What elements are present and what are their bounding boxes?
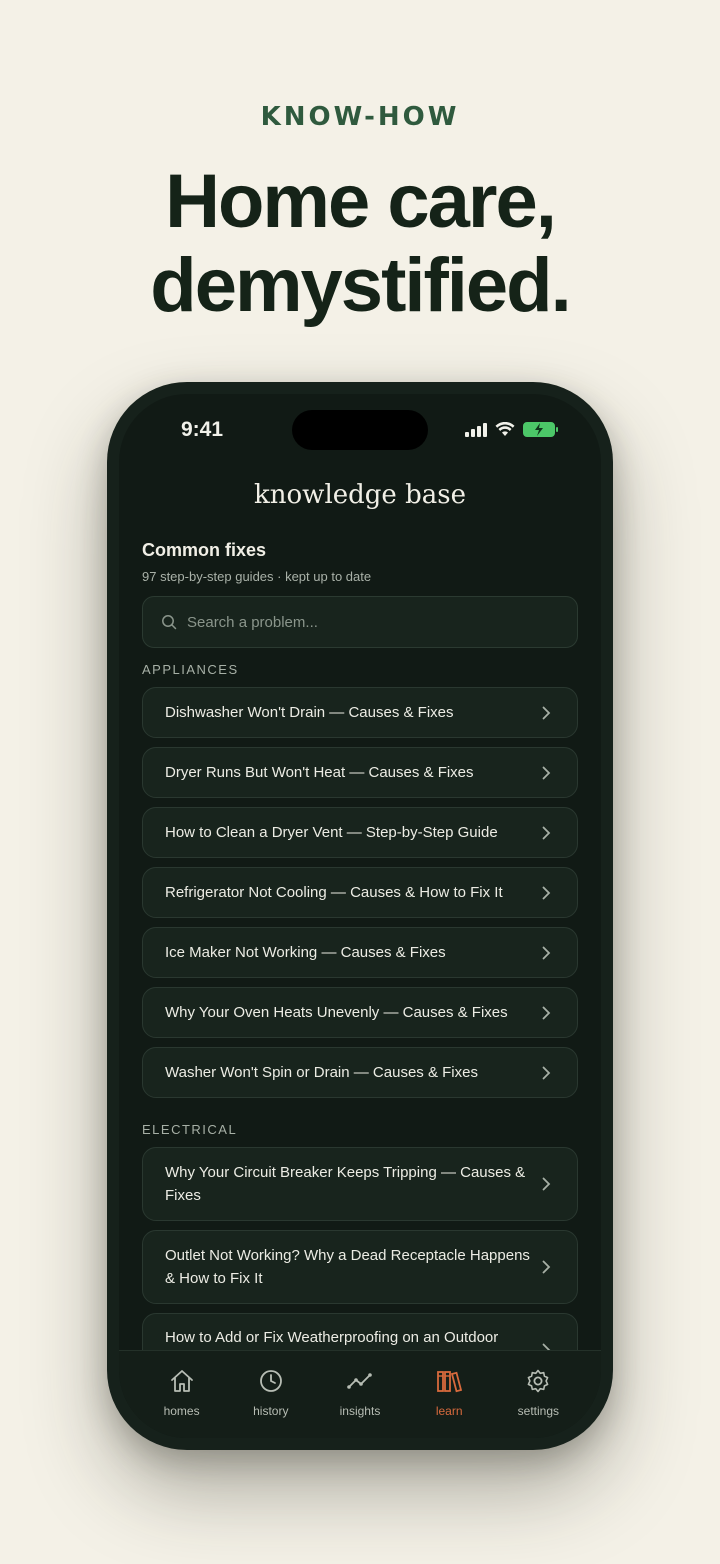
- search-bar[interactable]: [142, 596, 578, 648]
- chevron-right-icon: [542, 886, 551, 899]
- section-subtitle: 97 step-by-step guides · kept up to date: [142, 569, 372, 584]
- home-icon: [170, 1370, 193, 1392]
- list-item-label: Why Your Circuit Breaker Keeps Tripping …: [165, 1164, 526, 1204]
- status-icons: [465, 422, 558, 437]
- list-item-label: Washer Won't Spin or Drain — Causes & Fi…: [165, 1064, 478, 1081]
- phone-frame: 9:41 knowledge base Common fixes 97 step…: [107, 382, 613, 1450]
- list-item[interactable]: Washer Won't Spin or Drain — Causes & Fi…: [142, 1047, 578, 1098]
- headline-line-2: demystified.: [150, 243, 571, 328]
- chevron-right-icon: [542, 706, 551, 719]
- chevron-right-icon: [542, 1006, 551, 1019]
- wifi-icon: [495, 422, 515, 436]
- list-item-label: Dryer Runs But Won't Heat — Causes & Fix…: [165, 764, 474, 781]
- chevron-right-icon: [542, 826, 551, 839]
- tab-label: settings: [517, 1404, 560, 1418]
- list-item[interactable]: Why Your Circuit Breaker Keeps Tripping …: [142, 1147, 578, 1221]
- list-item-label: Ice Maker Not Working — Causes & Fixes: [165, 944, 446, 961]
- chart-line-icon: [347, 1373, 372, 1389]
- search-input[interactable]: [187, 613, 547, 631]
- list-item[interactable]: Ice Maker Not Working — Causes & Fixes: [142, 927, 578, 978]
- list-item-label: How to Clean a Dryer Vent — Step-by-Step…: [165, 824, 498, 841]
- tab-label: history: [253, 1404, 289, 1418]
- chevron-right-icon: [542, 946, 551, 959]
- headline-line-1: Home care,: [165, 159, 557, 244]
- tab-label: insights: [339, 1404, 381, 1418]
- knowledge-list: Common fixes 97 step-by-step guides · ke…: [142, 534, 578, 1396]
- list-item[interactable]: How to Clean a Dryer Vent — Step-by-Step…: [142, 807, 578, 858]
- phone-screen: 9:41 knowledge base Common fixes 97 step…: [119, 394, 601, 1438]
- list-item-label: Refrigerator Not Cooling — Causes & How …: [165, 884, 503, 901]
- tab-homes[interactable]: homes: [142, 1351, 222, 1438]
- hero-headline: Home care, demystified.: [0, 160, 720, 328]
- tab-learn[interactable]: learn: [409, 1351, 489, 1438]
- tab-settings[interactable]: settings: [498, 1351, 578, 1438]
- tab-insights[interactable]: insights: [320, 1351, 400, 1438]
- list-item-label: How to Add or Fix Weatherproofing on an …: [165, 1329, 499, 1346]
- chevron-right-icon: [542, 766, 551, 779]
- list-item[interactable]: Dishwasher Won't Drain — Causes & Fixes: [142, 687, 578, 738]
- search-icon: [162, 615, 177, 630]
- chevron-right-icon: [542, 1260, 551, 1274]
- chevron-right-icon: [542, 1177, 551, 1191]
- tab-history[interactable]: history: [231, 1351, 311, 1438]
- app-title: knowledge base: [254, 480, 466, 510]
- gear-icon: [527, 1369, 549, 1393]
- list-item[interactable]: Dryer Runs But Won't Heat — Causes & Fix…: [142, 747, 578, 798]
- category-appliances: APPLIANCES: [142, 662, 239, 677]
- tab-label: learn: [435, 1404, 463, 1418]
- section-title: Common fixes: [142, 540, 267, 560]
- category-electrical: ELECTRICAL: [142, 1122, 238, 1137]
- status-time: 9:41: [181, 418, 224, 441]
- list-item[interactable]: Why Your Oven Heats Unevenly — Causes & …: [142, 987, 578, 1038]
- tab-label: homes: [163, 1404, 200, 1418]
- list-item[interactable]: Outlet Not Working? Why a Dead Receptacl…: [142, 1230, 578, 1304]
- clock-icon: [259, 1370, 282, 1392]
- list-item-label: Dishwasher Won't Drain — Causes & Fixes: [165, 704, 454, 721]
- dynamic-island: [292, 410, 428, 450]
- chevron-right-icon: [542, 1066, 551, 1079]
- list-item-label: Outlet Not Working? Why a Dead Receptacl…: [165, 1247, 530, 1287]
- eyebrow-label: KNOW-HOW: [260, 102, 460, 132]
- list-item[interactable]: Refrigerator Not Cooling — Causes & How …: [142, 867, 578, 918]
- signal-icon: [465, 422, 487, 437]
- tab-bar: homes history insights learn settings: [119, 1350, 601, 1438]
- list-item-label: Why Your Oven Heats Unevenly — Causes & …: [165, 1004, 508, 1021]
- books-icon: [437, 1371, 463, 1393]
- battery-icon: [523, 422, 558, 437]
